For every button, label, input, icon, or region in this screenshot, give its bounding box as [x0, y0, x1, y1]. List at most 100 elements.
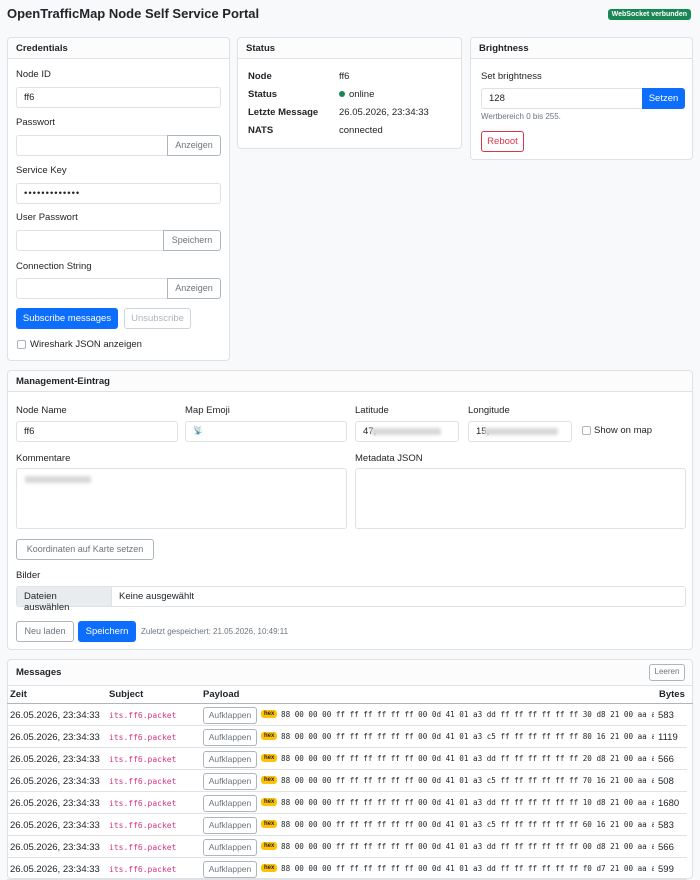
- file-input[interactable]: Dateien auswählen Keine ausgewählt: [16, 586, 686, 613]
- expand-button[interactable]: Aufklappen: [203, 773, 257, 790]
- row-bytes: 599: [658, 864, 674, 875]
- service-key-input[interactable]: •••••••••••••: [16, 183, 221, 204]
- expand-button[interactable]: Aufklappen: [203, 861, 257, 878]
- wireshark-label: Wireshark JSON anzeigen: [30, 339, 142, 350]
- management-card: Management-Eintrag Node Name ff6 Map Emo…: [7, 370, 693, 650]
- messages-header: Messages: [8, 660, 692, 686]
- status-value: ff6: [339, 71, 350, 82]
- metadata-json-label: Metadata JSON: [355, 453, 423, 464]
- password-label: Passwort: [16, 117, 56, 128]
- longitude-redacted: [484, 428, 558, 435]
- brightness-card: Brightness Set brightness 128 Setzen Wer…: [470, 37, 693, 160]
- row-time: 26.05.2026, 23:34:33: [10, 732, 100, 743]
- connection-string-show-button[interactable]: Anzeigen: [167, 278, 221, 299]
- table-row: 26.05.2026, 23:34:33 its.ff6.packet Aufkla…: [7, 704, 687, 726]
- show-on-map-checkbox[interactable]: [582, 426, 591, 435]
- metadata-json-textarea[interactable]: [355, 468, 686, 529]
- node-name-input[interactable]: ff6: [16, 421, 178, 442]
- comments-label: Kommentare: [16, 453, 71, 464]
- row-payload: 88 00 00 00 ff ff ff ff ff ff 00 0d 41 0…: [281, 864, 654, 873]
- row-subject: its.ff6.packet: [109, 733, 177, 742]
- longitude-label: Longitude: [468, 405, 510, 416]
- status-card: Status Node ff6 Status online Letzte Mes…: [237, 37, 462, 149]
- brightness-set-button[interactable]: Setzen: [642, 88, 685, 109]
- map-emoji-input[interactable]: 📡: [185, 421, 347, 442]
- row-subject: its.ff6.packet: [109, 821, 177, 830]
- status-online-text: online: [349, 89, 375, 100]
- unsubscribe-button[interactable]: Unsubscribe: [124, 308, 191, 329]
- status-key: Status: [248, 89, 278, 100]
- subscribe-button[interactable]: Subscribe messages: [16, 308, 118, 329]
- row-time: 26.05.2026, 23:34:33: [10, 754, 100, 765]
- wireshark-checkbox[interactable]: [17, 340, 26, 349]
- no-file-selected-text: Keine ausgewählt: [119, 591, 194, 602]
- latitude-label: Latitude: [355, 405, 389, 416]
- status-key: NATS: [248, 125, 274, 136]
- table-row: 26.05.2026, 23:34:33 its.ff6.packet Aufkla…: [7, 770, 687, 792]
- table-row: 26.05.2026, 23:34:33 its.ff6.packet Aufkla…: [7, 858, 687, 880]
- status-key: Letzte Message: [248, 107, 319, 118]
- password-show-button[interactable]: Anzeigen: [167, 135, 221, 156]
- table-row: 26.05.2026, 23:34:33 its.ff6.packet Aufkla…: [7, 792, 687, 814]
- row-bytes: 1119: [658, 732, 678, 743]
- set-coordinates-button[interactable]: Koordinaten auf Karte setzen: [16, 539, 154, 560]
- column-header-time: Zeit: [10, 689, 27, 700]
- brightness-hint: Wertbereich 0 bis 255.: [481, 112, 561, 121]
- row-bytes: 583: [658, 710, 674, 721]
- hex-badge: hex: [261, 864, 278, 872]
- table-row: 26.05.2026, 23:34:33 its.ff6.packet Aufkla…: [7, 814, 687, 836]
- user-password-input[interactable]: [16, 230, 164, 251]
- comments-redacted: [25, 476, 91, 483]
- status-value: connected: [339, 125, 383, 136]
- expand-button[interactable]: Aufklappen: [203, 839, 257, 856]
- save-management-button[interactable]: Speichern: [78, 621, 136, 642]
- app-title: OpenTrafficMap Node Self Service Portal: [7, 6, 260, 21]
- row-subject: its.ff6.packet: [109, 865, 177, 874]
- expand-button[interactable]: Aufklappen: [203, 707, 257, 724]
- column-header-subject: Subject: [109, 689, 144, 700]
- row-bytes: 583: [658, 820, 674, 831]
- status-header: Status: [238, 38, 461, 59]
- online-dot-icon: [339, 91, 345, 97]
- images-label: Bilder: [16, 570, 41, 581]
- table-row: 26.05.2026, 23:34:33 its.ff6.packet Aufkla…: [7, 836, 687, 858]
- clear-messages-button[interactable]: Leeren: [649, 664, 685, 681]
- row-time: 26.05.2026, 23:34:33: [10, 710, 100, 721]
- password-input[interactable]: [16, 135, 168, 156]
- row-subject: its.ff6.packet: [109, 777, 177, 786]
- service-key-label: Service Key: [16, 165, 67, 176]
- hex-badge: hex: [261, 776, 278, 784]
- reboot-button[interactable]: Reboot: [481, 131, 524, 152]
- row-bytes: 508: [658, 776, 674, 787]
- hex-badge: hex: [261, 710, 278, 718]
- set-brightness-label: Set brightness: [481, 71, 542, 82]
- row-bytes: 566: [658, 842, 674, 853]
- choose-files-button[interactable]: Dateien auswählen: [17, 587, 112, 613]
- column-header-payload: Payload: [203, 689, 240, 700]
- row-time: 26.05.2026, 23:34:33: [10, 842, 100, 853]
- connection-string-input[interactable]: [16, 278, 168, 299]
- reload-button[interactable]: Neu laden: [16, 621, 74, 642]
- node-id-label: Node ID: [16, 69, 51, 80]
- node-name-label: Node Name: [16, 405, 67, 416]
- row-payload: 88 00 00 00 ff ff ff ff ff ff 00 0d 41 0…: [281, 776, 654, 785]
- row-payload: 88 00 00 00 ff ff ff ff ff ff 00 0d 41 0…: [281, 710, 654, 719]
- messages-title: Messages: [16, 667, 62, 678]
- websocket-status-badge: WebSocket verbunden: [607, 9, 691, 20]
- row-subject: its.ff6.packet: [109, 755, 177, 764]
- expand-button[interactable]: Aufklappen: [203, 795, 257, 812]
- expand-button[interactable]: Aufklappen: [203, 817, 257, 834]
- row-subject: its.ff6.packet: [109, 843, 177, 852]
- status-key: Node: [248, 71, 272, 82]
- expand-button[interactable]: Aufklappen: [203, 729, 257, 746]
- brightness-header: Brightness: [471, 38, 692, 59]
- credentials-card: Credentials Node ID ff6 Passwort Anzeige…: [7, 37, 230, 361]
- user-password-save-button[interactable]: Speichern: [163, 230, 221, 251]
- table-row: 26.05.2026, 23:34:33 its.ff6.packet Aufkla…: [7, 726, 687, 748]
- row-time: 26.05.2026, 23:34:33: [10, 798, 100, 809]
- expand-button[interactable]: Aufklappen: [203, 751, 257, 768]
- node-id-input[interactable]: ff6: [16, 87, 221, 108]
- status-online-value: online: [339, 89, 374, 100]
- row-time: 26.05.2026, 23:34:33: [10, 776, 100, 787]
- brightness-input[interactable]: 128: [481, 88, 643, 109]
